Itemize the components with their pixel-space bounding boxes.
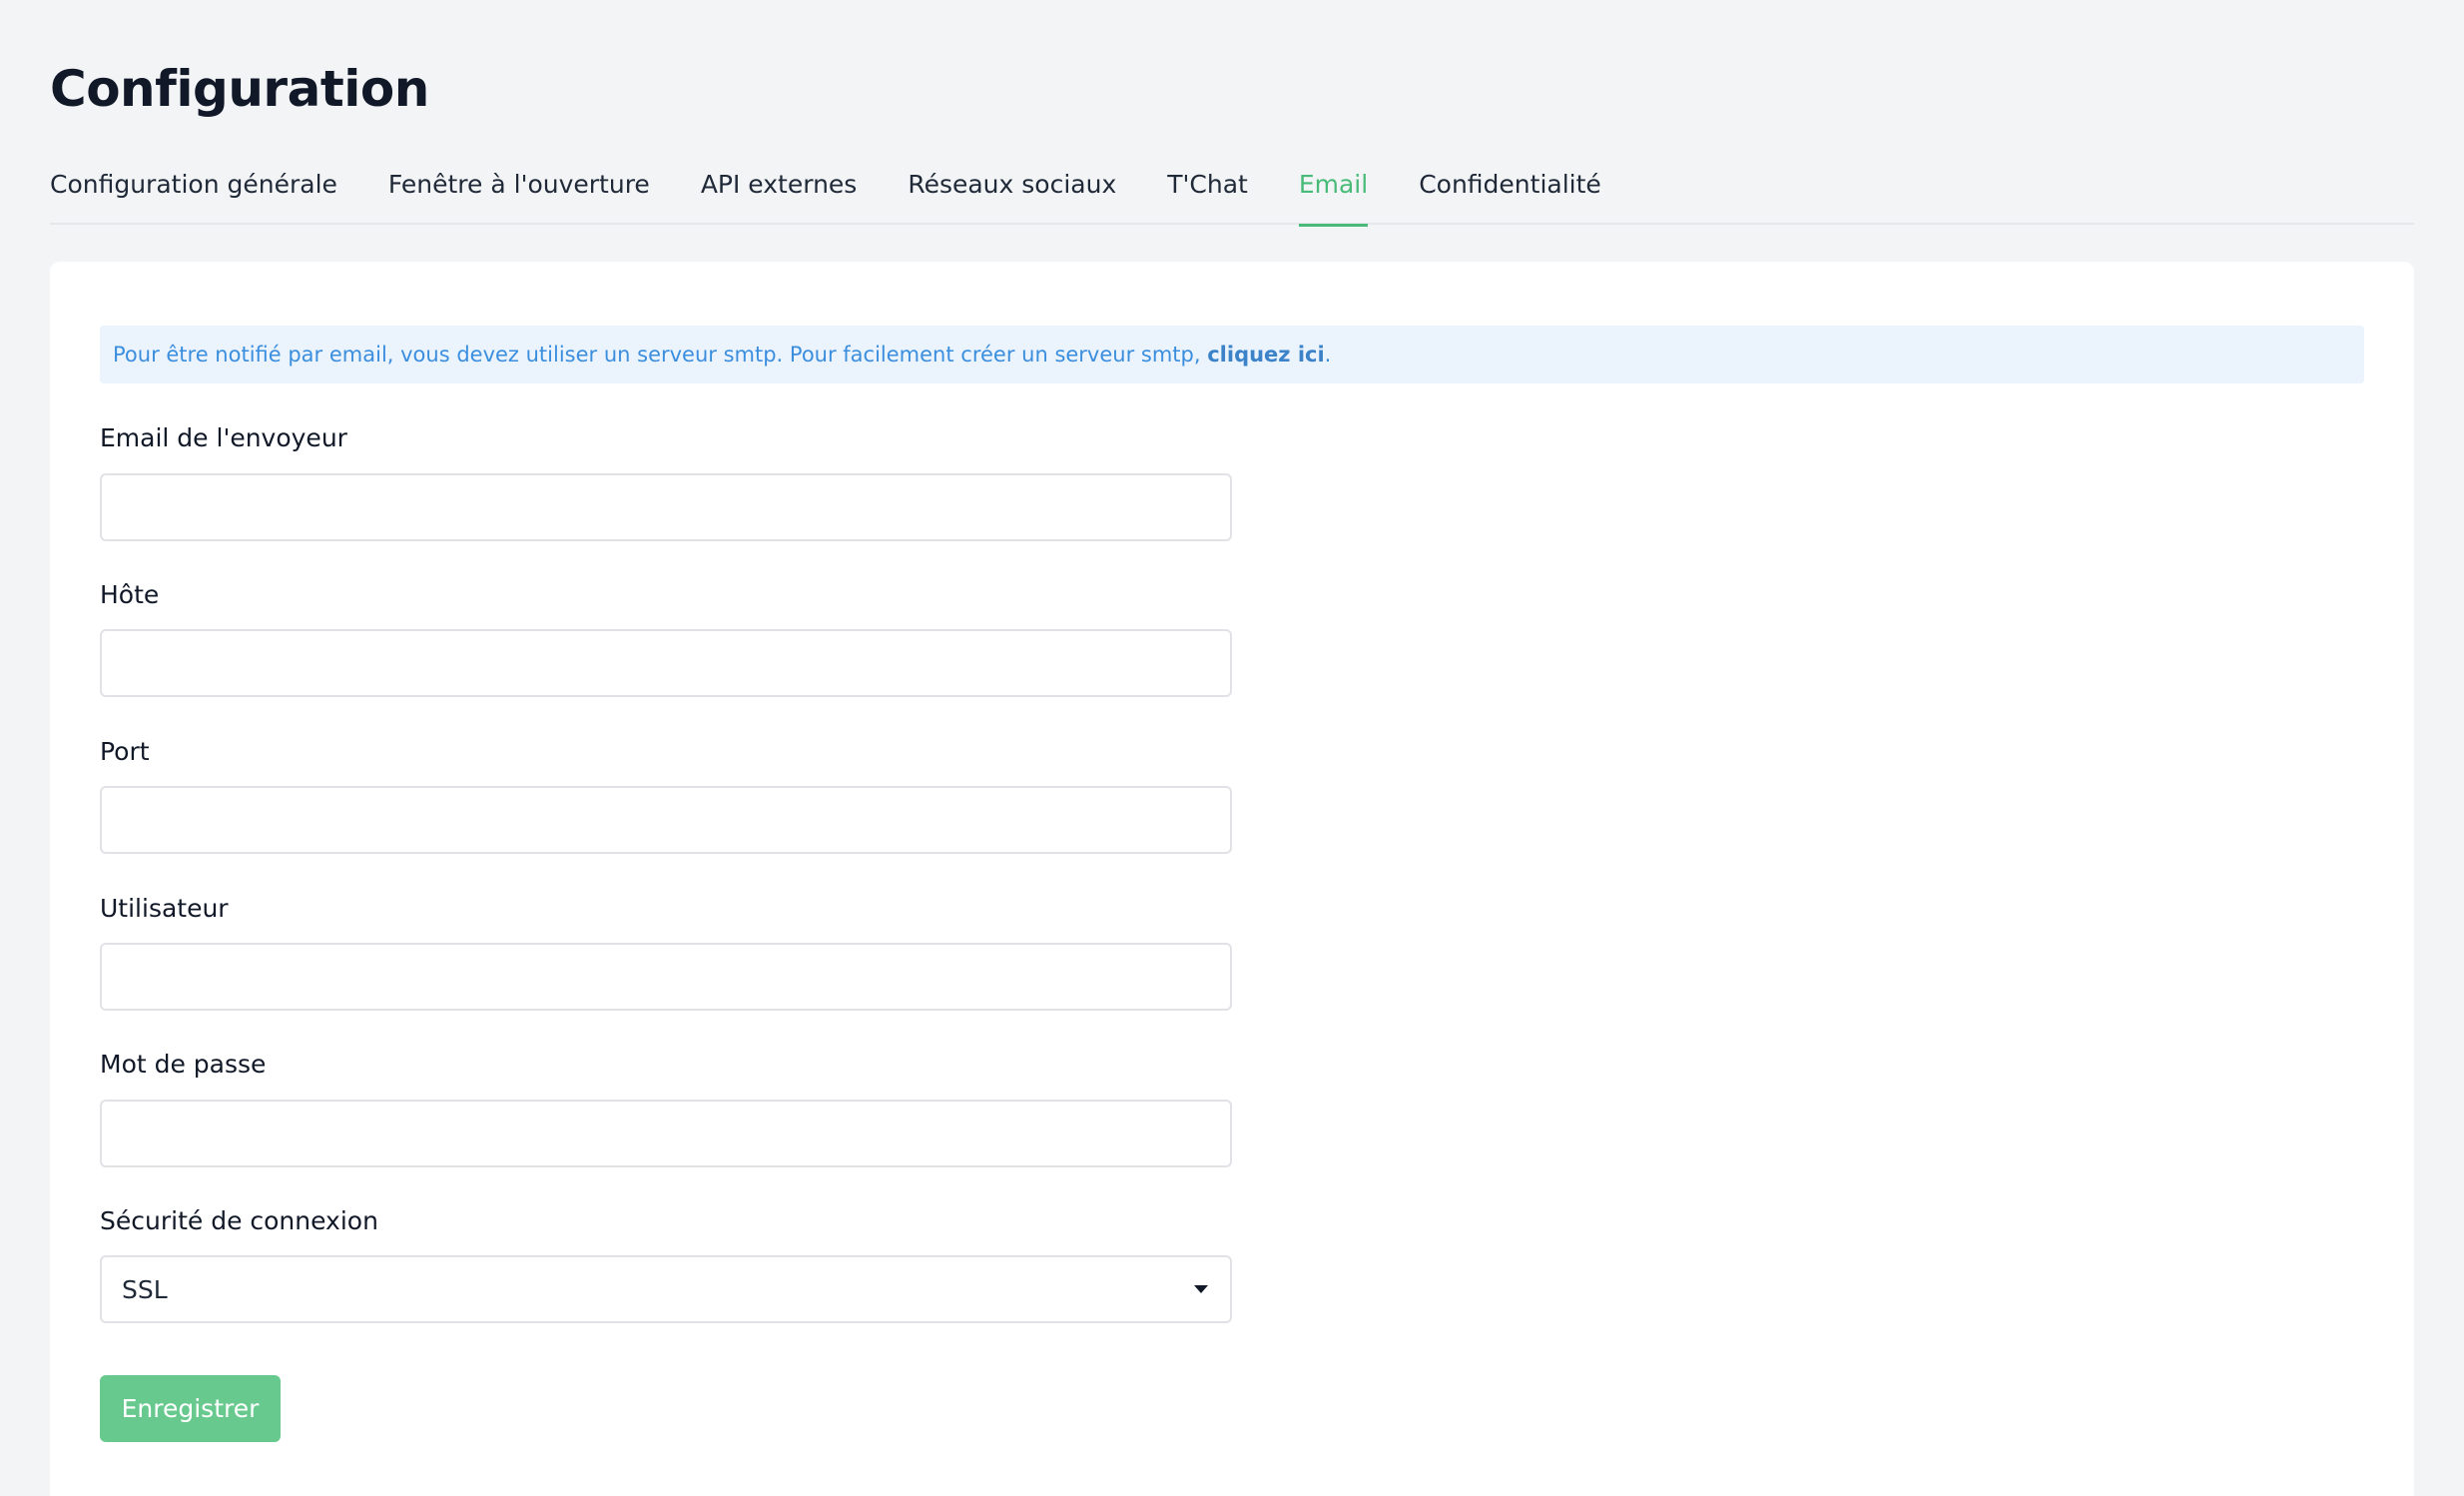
- smtp-notice-link[interactable]: cliquez ici: [1207, 343, 1324, 367]
- smtp-notice: Pour être notifié par email, vous devez …: [100, 326, 2364, 383]
- user-input[interactable]: [100, 943, 1232, 1011]
- save-button[interactable]: Enregistrer: [100, 1375, 281, 1442]
- host-label: Hôte: [100, 580, 160, 609]
- page: Configuration Configuration générale Fen…: [0, 0, 2464, 1496]
- smtp-notice-text: Pour être notifié par email, vous devez …: [113, 343, 1208, 367]
- tab-bar: Configuration générale Fenêtre à l'ouver…: [50, 160, 2414, 227]
- security-label: Sécurité de connexion: [100, 1206, 378, 1235]
- host-input[interactable]: [100, 629, 1232, 697]
- sender-email-input[interactable]: [100, 473, 1232, 541]
- password-label: Mot de passe: [100, 1050, 267, 1079]
- tab-email[interactable]: Email: [1298, 160, 1369, 227]
- page-title: Configuration: [50, 60, 429, 118]
- tab-tchat[interactable]: T'Chat: [1167, 160, 1248, 225]
- sender-email-label: Email de l'envoyeur: [100, 423, 347, 452]
- password-input[interactable]: [100, 1100, 1232, 1167]
- email-settings-card: Pour être notifié par email, vous devez …: [50, 262, 2414, 1496]
- chevron-down-icon: [1194, 1285, 1208, 1293]
- port-label: Port: [100, 737, 150, 766]
- tab-privacy[interactable]: Confidentialité: [1419, 160, 1601, 225]
- smtp-notice-suffix: .: [1324, 343, 1332, 367]
- tab-social-networks[interactable]: Réseaux sociaux: [908, 160, 1116, 225]
- tab-opening-window[interactable]: Fenêtre à l'ouverture: [388, 160, 650, 225]
- tab-general-config[interactable]: Configuration générale: [50, 160, 337, 225]
- port-input[interactable]: [100, 786, 1232, 854]
- tab-external-api[interactable]: API externes: [701, 160, 858, 225]
- security-select[interactable]: SSL: [100, 1255, 1232, 1323]
- user-label: Utilisateur: [100, 894, 229, 923]
- security-select-value: SSL: [122, 1274, 168, 1304]
